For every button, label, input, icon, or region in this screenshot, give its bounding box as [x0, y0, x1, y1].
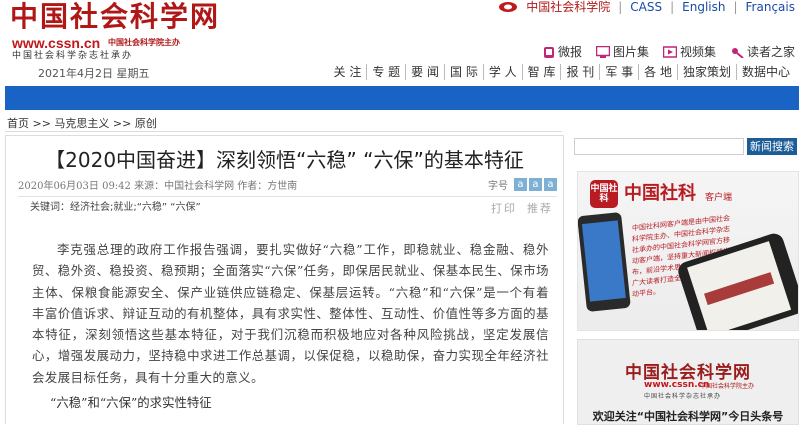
- gallery-label: 图片集: [612, 45, 649, 59]
- font-size-large-button[interactable]: a: [544, 177, 557, 191]
- reader-icon: [731, 48, 744, 58]
- nav-item-baokan[interactable]: 报 刊: [560, 64, 599, 80]
- nav-item-junshi[interactable]: 军 事: [599, 64, 638, 80]
- app-ad-title: 中国社科: [624, 183, 696, 204]
- weibo-ad-caption: 欢迎关注“中国社会科学网”今日头条号: [592, 410, 784, 423]
- current-date: 2021年4月2日 星期五: [38, 67, 150, 80]
- blue-nav-bar: [5, 86, 799, 110]
- article-actions: 打印 推荐: [491, 200, 553, 216]
- weibo-ad-url-sub: 中国社会科学院主办: [700, 383, 755, 390]
- logo-url-sub: 中国社会科学院主办: [108, 38, 180, 47]
- nav-item-yaowen[interactable]: 要 闻: [405, 64, 444, 80]
- print-link[interactable]: 打印: [491, 200, 517, 216]
- nav-item-guanzhu[interactable]: 关 注: [329, 64, 367, 80]
- video-icon: [662, 46, 677, 58]
- weibao-link[interactable]: 微报: [543, 44, 582, 60]
- logo-url: www.cssn.cn: [12, 35, 101, 51]
- english-link[interactable]: English: [682, 0, 725, 14]
- weibao-icon: [543, 46, 554, 58]
- font-size-medium-button[interactable]: a: [529, 177, 542, 191]
- divider: [5, 131, 562, 132]
- divider: [18, 196, 557, 197]
- logo-title: 中国社会科学网: [10, 0, 221, 33]
- icon-links: 微报 图片集 视频集 读者之家: [543, 44, 795, 60]
- article-subheading: “六稳”和“六保”的求实性特征: [50, 395, 212, 410]
- nav-item-dujia[interactable]: 独家策划: [676, 64, 736, 80]
- nav-item-shuju[interactable]: 数据中心: [735, 64, 795, 80]
- font-size-label: 字号: [488, 180, 508, 192]
- gallery-link[interactable]: 图片集: [595, 44, 649, 60]
- top-links: 中国社会科学院 | CASS | English | Français: [498, 0, 795, 14]
- video-link[interactable]: 视频集: [662, 44, 716, 60]
- article-paragraph: 李克强总理的政府工作报告强调，要扎实做好“六稳”工作，即稳就业、稳金融、稳外贸、…: [32, 242, 549, 385]
- font-size-controls: 字号 a a a: [488, 177, 557, 192]
- reader-label: 读者之家: [746, 45, 795, 59]
- logo-subtitle: 中国社会科学杂志社承办: [12, 51, 134, 61]
- nav-item-gedi[interactable]: 各 地: [638, 64, 677, 80]
- cass-link[interactable]: 中国社会科学院: [526, 0, 610, 14]
- article-meta-text: 2020年06月03日 09:42 来源：中国社会科学网 作者：方世南: [18, 180, 298, 192]
- divider: |: [670, 0, 675, 14]
- article-panel: 【2020中国奋进】深刻领悟“六稳” “六保”的基本特征 2020年06月03日…: [5, 135, 564, 424]
- nav-item-xueren[interactable]: 学 人: [482, 64, 522, 80]
- app-logo-icon: 中国社科: [590, 180, 618, 208]
- french-link[interactable]: Français: [746, 0, 795, 14]
- divider: |: [733, 0, 738, 14]
- weibo-ad-banner[interactable]: 中国社会科学网 www.cssn.cn 中国社会科学院主办 中国社会科学杂志社承…: [577, 339, 799, 425]
- cass-logo-icon: [499, 2, 518, 12]
- sidebar: 新闻搜索 中国社科 中国社科 客户端 中国社科网客户端是由中国社会科学院主办、中…: [573, 135, 799, 425]
- app-ad-title-sub: 客户端: [705, 193, 733, 203]
- reader-link[interactable]: 读者之家: [730, 44, 795, 60]
- divider: |: [618, 0, 623, 14]
- newspaper-logo-icon: [703, 272, 775, 306]
- nav-item-zhuanti[interactable]: 专 题: [366, 64, 405, 80]
- search-input[interactable]: [574, 138, 744, 155]
- weibao-label: 微报: [557, 45, 582, 59]
- article-title: 【2020中国奋进】深刻领悟“六稳” “六保”的基本特征: [45, 148, 524, 172]
- nav-item-guoji[interactable]: 国 际: [444, 64, 483, 80]
- video-label: 视频集: [679, 45, 716, 59]
- weibo-ad-subtitle: 中国社会科学杂志社承办: [644, 393, 722, 400]
- font-size-small-button[interactable]: a: [514, 177, 527, 191]
- app-ad-banner[interactable]: 中国社科 中国社科 客户端 中国社科网客户端是由中国社会科学院主办、中国社会科学…: [577, 171, 799, 331]
- nav-item-zhiku[interactable]: 智 库: [521, 64, 561, 80]
- recommend-link[interactable]: 推荐: [527, 200, 553, 216]
- article-meta: 2020年06月03日 09:42 来源：中国社会科学网 作者：方世南 字号 a…: [18, 176, 557, 192]
- main-nav: 关 注 专 题 要 闻 国 际 学 人 智 库 报 刊 军 事 各 地 独家策划…: [329, 64, 795, 80]
- article-keywords: 关键词：经济社会;就业;“六稳” “六保”: [30, 202, 201, 213]
- gallery-icon: [595, 46, 610, 58]
- cass-en-link[interactable]: CASS: [630, 0, 662, 14]
- breadcrumb[interactable]: 首页 >> 马克思主义 >> 原创: [7, 117, 157, 131]
- phone-image: [578, 211, 631, 313]
- search-button[interactable]: 新闻搜索: [747, 138, 797, 155]
